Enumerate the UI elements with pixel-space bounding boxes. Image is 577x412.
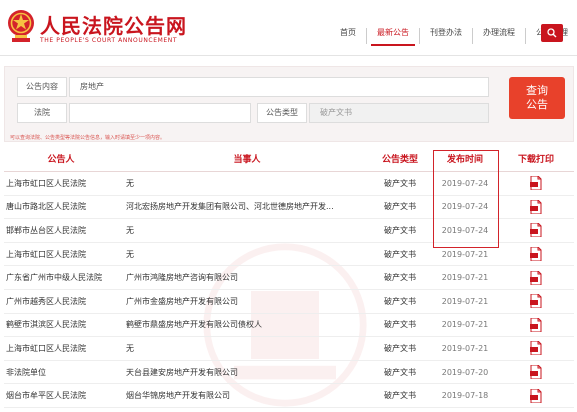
announcer-cell[interactable]: 唐山市路北区人民法院 xyxy=(4,201,116,212)
header-search-button[interactable] xyxy=(541,24,563,42)
nav-latest-announcements[interactable]: 最新公告 xyxy=(367,28,420,46)
pdf-download-icon[interactable] xyxy=(530,317,542,332)
type-cell: 破产文书 xyxy=(384,391,416,401)
announcer-cell[interactable]: 非法院单位 xyxy=(4,367,116,378)
content-input[interactable]: 房地产 xyxy=(69,77,489,97)
pdf-download-icon[interactable] xyxy=(530,176,542,191)
download-cell[interactable] xyxy=(498,388,574,403)
col-party: 当事人 xyxy=(233,155,261,165)
type-select[interactable]: 破产文书 xyxy=(309,103,489,123)
type-cell: 破产文书 xyxy=(384,296,416,306)
download-cell[interactable] xyxy=(498,247,574,262)
announcer-cell[interactable]: 鹤壁市淇滨区人民法院 xyxy=(4,319,116,330)
download-cell[interactable] xyxy=(498,199,574,214)
announcer-cell[interactable]: 上海市虹口区人民法院 xyxy=(4,249,116,260)
type-cell: 破产文书 xyxy=(384,273,416,283)
download-cell[interactable] xyxy=(498,270,574,285)
date-cell: 2019-07-21 xyxy=(441,296,489,306)
search-icon xyxy=(547,28,557,38)
court-input[interactable] xyxy=(69,103,251,123)
pdf-download-icon[interactable] xyxy=(530,294,542,309)
site-subtitle: THE PEOPLE'S COURT ANNOUNCEMENT xyxy=(40,37,178,44)
table-row[interactable]: 广州市越秀区人民法院 广州市金盛房地产开发有限公司 破产文书 2019-07-21 xyxy=(4,290,574,314)
date-cell: 2019-07-21 xyxy=(441,320,489,330)
party-cell[interactable]: 鹤壁市鼎盛房地产开发有限公司债权人 xyxy=(116,319,368,330)
announcer-cell[interactable]: 上海市虹口区人民法院 xyxy=(4,178,116,189)
table-row[interactable]: 鹤壁市淇滨区人民法院 鹤壁市鼎盛房地产开发有限公司债权人 破产文书 2019-07-2… xyxy=(4,314,574,338)
party-cell[interactable]: 烟台华锦房地产开发有限公司 xyxy=(116,390,368,401)
download-cell[interactable] xyxy=(498,176,574,191)
party-cell[interactable]: 河北宏扬房地产开发集团有限公司、河北世德房地产开发... xyxy=(116,201,368,212)
date-cell: 2019-07-21 xyxy=(441,343,489,353)
type-cell: 破产文书 xyxy=(384,343,416,353)
announcer-cell[interactable]: 烟台市牟平区人民法院 xyxy=(4,390,116,401)
party-cell[interactable]: 无 xyxy=(116,249,368,260)
court-label: 法院 xyxy=(17,103,67,123)
site-header: 人民法院公告网 THE PEOPLE'S COURT ANNOUNCEMENT … xyxy=(0,0,577,56)
pdf-download-icon[interactable] xyxy=(530,199,542,214)
nav-home[interactable]: 首页 xyxy=(330,28,367,44)
query-button-line1: 查询 xyxy=(526,84,548,97)
date-highlight-box xyxy=(433,150,499,248)
pdf-download-icon[interactable] xyxy=(530,223,542,238)
main-nav: 首页 最新公告 刊登办法 办理流程 公告办理 xyxy=(330,28,577,46)
date-cell: 2019-07-21 xyxy=(441,273,489,283)
type-cell: 破产文书 xyxy=(384,249,416,259)
party-cell[interactable]: 天台县建安房地产开发有限公司 xyxy=(116,367,368,378)
announcer-cell[interactable]: 广州市越秀区人民法院 xyxy=(4,296,116,307)
query-announcement-button[interactable]: 查询 公告 xyxy=(509,77,565,119)
table-row[interactable]: 广东省广州市中级人民法院 广州市鸿隆房地产咨询有限公司 破产文书 2019-07-21 xyxy=(4,266,574,290)
party-cell[interactable]: 无 xyxy=(116,343,368,354)
type-label: 公告类型 xyxy=(257,103,307,123)
announcer-cell[interactable]: 上海市虹口区人民法院 xyxy=(4,343,116,354)
search-panel: 公告内容 房地产 法院 公告类型 破产文书 查询 公告 xyxy=(4,66,574,142)
pdf-download-icon[interactable] xyxy=(530,388,542,403)
download-cell[interactable] xyxy=(498,365,574,380)
col-type: 公告类型 xyxy=(381,155,418,165)
nav-process[interactable]: 办理流程 xyxy=(473,28,526,44)
announcer-cell[interactable]: 广东省广州市中级人民法院 xyxy=(4,272,116,283)
date-cell: 2019-07-18 xyxy=(441,391,489,401)
content-label: 公告内容 xyxy=(17,77,67,97)
party-cell[interactable]: 无 xyxy=(116,225,368,236)
pdf-download-icon[interactable] xyxy=(530,247,542,262)
download-cell[interactable] xyxy=(498,294,574,309)
download-cell[interactable] xyxy=(498,223,574,238)
pdf-download-icon[interactable] xyxy=(530,341,542,356)
type-cell: 破产文书 xyxy=(384,225,416,235)
query-button-line2: 公告 xyxy=(526,98,548,111)
pdf-download-icon[interactable] xyxy=(530,365,542,380)
table-row[interactable]: 烟台市牟平区人民法院 烟台华锦房地产开发有限公司 破产文书 2019-07-18 xyxy=(4,384,574,408)
type-cell: 破产文书 xyxy=(384,202,416,212)
search-hint: 可以查询法院、公告类型等法院公告信息，输入时请填至少一项内容。 xyxy=(10,135,166,141)
party-cell[interactable]: 无 xyxy=(116,178,368,189)
download-cell[interactable] xyxy=(498,317,574,332)
party-cell[interactable]: 广州市鸿隆房地产咨询有限公司 xyxy=(116,272,368,283)
type-cell: 破产文书 xyxy=(384,367,416,377)
nav-publishing-rules[interactable]: 刊登办法 xyxy=(420,28,473,44)
table-row[interactable]: 非法院单位 天台县建安房地产开发有限公司 破产文书 2019-07-20 xyxy=(4,361,574,385)
pdf-download-icon[interactable] xyxy=(530,270,542,285)
download-cell[interactable] xyxy=(498,341,574,356)
table-row[interactable]: 上海市虹口区人民法院无 破产文书 2019-07-21 xyxy=(4,337,574,361)
party-cell[interactable]: 广州市金盛房地产开发有限公司 xyxy=(116,296,368,307)
col-announcer: 公告人 xyxy=(47,155,75,165)
site-title[interactable]: 人民法院公告网 xyxy=(40,10,187,39)
national-emblem-icon xyxy=(8,10,34,42)
announcer-cell[interactable]: 邯郸市丛台区人民法院 xyxy=(4,225,116,236)
col-download: 下载打印 xyxy=(517,155,554,165)
type-cell: 破产文书 xyxy=(384,320,416,330)
date-cell: 2019-07-21 xyxy=(441,249,489,259)
date-cell: 2019-07-20 xyxy=(441,367,489,377)
type-cell: 破产文书 xyxy=(384,178,416,188)
